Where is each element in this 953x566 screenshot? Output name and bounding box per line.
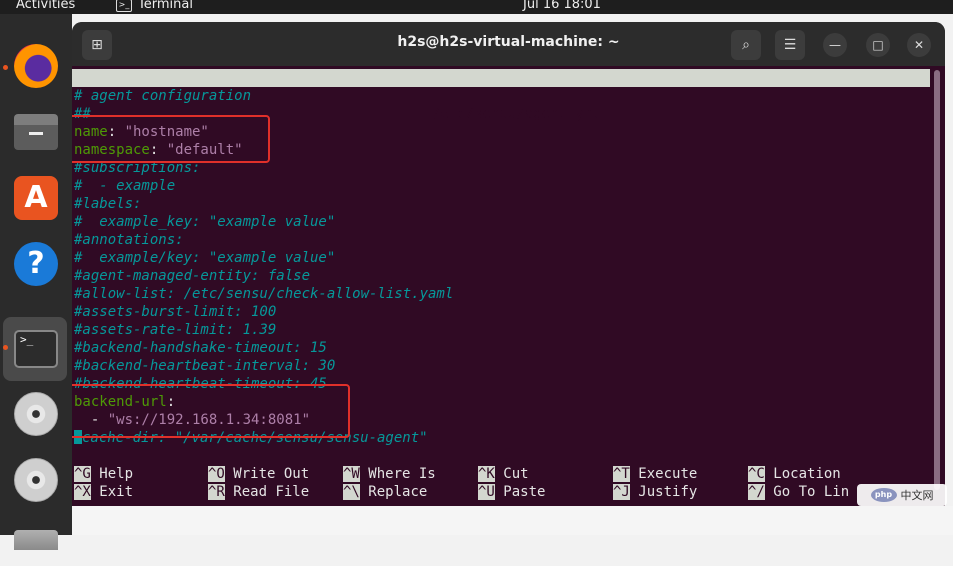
shortcut-cut[interactable]: ^K Cut xyxy=(478,465,529,483)
firefox-icon xyxy=(14,44,58,88)
watermark-text: 中文网 xyxy=(900,489,934,502)
code-line: # example_key: "example value" xyxy=(74,214,336,230)
maximize-button[interactable]: □ xyxy=(866,33,890,57)
terminal-window: ⊞ h2s@h2s-virtual-machine: ~ ⌕ ☰ — □ ✕ G… xyxy=(72,22,945,506)
disc-icon xyxy=(14,458,58,502)
shortcut-label: Replace xyxy=(368,484,428,500)
code-line: #assets-rate-limit: 1.39 xyxy=(74,322,277,338)
shortcut-read-file[interactable]: ^R Read File xyxy=(208,483,309,501)
shortcut-label: Paste xyxy=(503,484,546,500)
trash-icon xyxy=(14,530,58,550)
shortcut-replace[interactable]: ^\ Replace xyxy=(343,483,427,501)
terminal-content[interactable]: GNU nano 6.2 /etc/sensu/agent.yml # agen… xyxy=(72,66,945,506)
app-name: Terminal xyxy=(138,0,193,12)
shortcut-label: Where Is xyxy=(368,466,436,482)
app-menu[interactable]: >_ Terminal xyxy=(116,0,193,12)
files-icon xyxy=(14,114,58,150)
shortcut-label: Justify xyxy=(638,484,698,500)
shortcut-label: Location xyxy=(773,466,841,482)
minimize-button[interactable]: — xyxy=(823,33,847,57)
hamburger-icon: ☰ xyxy=(783,37,797,53)
close-icon: ✕ xyxy=(913,38,925,52)
code-line: #backend-heartbeat-interval: 30 xyxy=(74,358,336,374)
code-line: #labels: xyxy=(74,196,142,212)
dock: A ? >_ xyxy=(0,14,72,550)
desktop-background xyxy=(72,506,953,535)
nano-title-bar: GNU nano 6.2 /etc/sensu/agent.yml xyxy=(72,69,930,122)
dock-help[interactable]: ? xyxy=(10,238,62,290)
dock-terminal[interactable]: >_ xyxy=(10,323,62,375)
close-button[interactable]: ✕ xyxy=(907,33,931,57)
search-icon: ⌕ xyxy=(742,37,750,53)
shortcut-key: ^J xyxy=(613,484,630,500)
window-title: h2s@h2s-virtual-machine: ~ xyxy=(397,34,620,50)
shortcut-label: Cut xyxy=(503,466,529,482)
search-button[interactable]: ⌕ xyxy=(731,30,761,60)
shortcut-key: ^U xyxy=(478,484,495,500)
disc-icon xyxy=(14,392,58,436)
code-line: # agent configuration xyxy=(74,88,252,104)
maximize-icon: □ xyxy=(872,38,884,52)
shortcut-key: ^K xyxy=(478,466,495,482)
activities-button[interactable]: Activities xyxy=(16,0,75,12)
dock-disc-2[interactable] xyxy=(10,454,62,506)
header-bar: ⊞ h2s@h2s-virtual-machine: ~ ⌕ ☰ — □ ✕ xyxy=(72,22,945,66)
shortcut-label: Go To Lin xyxy=(773,484,850,500)
shortcut-location[interactable]: ^C Location xyxy=(748,465,841,483)
code-line: #assets-burst-limit: 100 xyxy=(74,304,277,320)
shortcut-write-out[interactable]: ^O Write Out xyxy=(208,465,309,483)
shortcut-justify[interactable]: ^J Justify xyxy=(613,483,697,501)
code-line: #backend-handshake-timeout: 15 xyxy=(74,340,327,356)
terminal-icon: >_ xyxy=(14,330,58,368)
shortcut-key: ^/ xyxy=(748,484,765,500)
shortcut-key: ^G xyxy=(74,466,91,482)
shortcut-label: Write Out xyxy=(233,466,310,482)
minimize-icon: — xyxy=(829,38,841,52)
php-logo-icon: php xyxy=(870,488,897,502)
shortcut-label: Help xyxy=(99,466,134,482)
dock-files[interactable] xyxy=(10,106,62,158)
highlight-box-backend-url xyxy=(72,384,350,438)
shortcut-key: ^W xyxy=(343,466,360,482)
shortcut-key: ^C xyxy=(748,466,765,482)
dock-app-center[interactable]: A xyxy=(10,172,62,224)
running-indicator xyxy=(3,345,8,350)
shortcut-paste[interactable]: ^U Paste xyxy=(478,483,545,501)
nano-filename: /etc/sensu/agent.yml xyxy=(432,106,601,122)
shortcut-key: ^O xyxy=(208,466,225,482)
scrollbar-thumb[interactable] xyxy=(934,70,940,490)
shortcut-key: ^T xyxy=(613,466,630,482)
dock-disc-1[interactable] xyxy=(10,388,62,440)
highlight-box-name xyxy=(72,115,270,163)
shortcut-execute[interactable]: ^T Execute xyxy=(613,465,697,483)
dock-firefox[interactable] xyxy=(10,40,62,92)
watermark: php 中文网 xyxy=(857,484,947,506)
terminal-icon: >_ xyxy=(116,0,132,12)
shortcut-key: ^X xyxy=(74,484,91,500)
shortcut-key: ^\ xyxy=(343,484,360,500)
help-icon: ? xyxy=(14,242,58,286)
code-line: #annotations: xyxy=(74,232,184,248)
code-line: #allow-list: /etc/sensu/check-allow-list… xyxy=(74,286,454,302)
shortcut-key: ^R xyxy=(208,484,225,500)
shortcut-label: Read File xyxy=(233,484,310,500)
shortcut-label: Exit xyxy=(99,484,134,500)
clock[interactable]: Jul 16 18:01 xyxy=(523,0,601,12)
shortcut-help[interactable]: ^G Help xyxy=(74,465,133,483)
shortcut-go-to-line[interactable]: ^/ Go To Lin xyxy=(748,483,849,501)
menu-button[interactable]: ☰ xyxy=(775,30,805,60)
app-center-icon: A xyxy=(14,176,58,220)
dock-trash[interactable] xyxy=(10,514,62,566)
shortcut-where-is[interactable]: ^W Where Is xyxy=(343,465,436,483)
code-line: # - example xyxy=(74,178,176,194)
code-line: #agent-managed-entity: false xyxy=(74,268,311,284)
shortcut-label: Execute xyxy=(638,466,698,482)
code-line: # example/key: "example value" xyxy=(74,250,336,266)
running-indicator xyxy=(3,65,8,70)
top-bar: Activities >_ Terminal Jul 16 18:01 xyxy=(0,0,953,14)
scrollbar[interactable] xyxy=(930,66,945,506)
shortcut-exit[interactable]: ^X Exit xyxy=(74,483,133,501)
